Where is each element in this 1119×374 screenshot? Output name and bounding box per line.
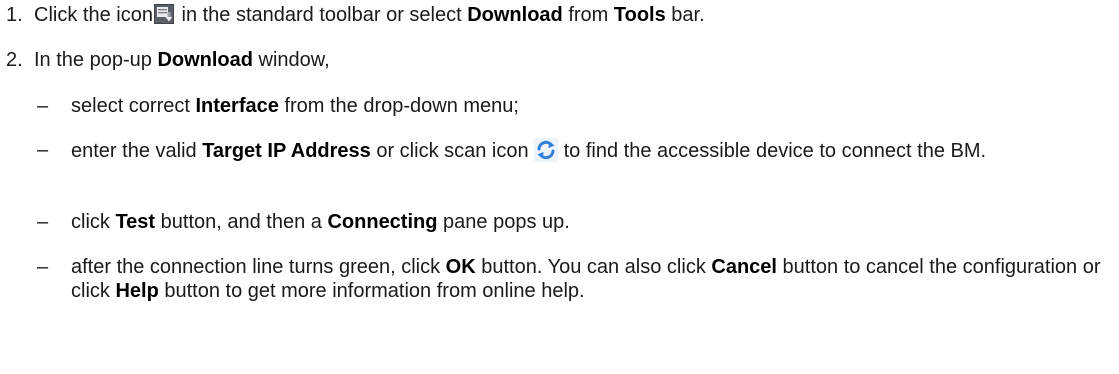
- substep-1: – select correct Interface from the drop…: [37, 94, 1115, 118]
- substep-text: click Test button, and then a Connecting…: [71, 210, 1115, 234]
- dash-bullet: –: [37, 95, 49, 117]
- substep-2: – enter the valid Target IP Address or c…: [37, 138, 1115, 163]
- step-number: 2.: [6, 49, 23, 71]
- step-text: in the standard toolbar or select: [175, 4, 468, 26]
- substep-text: after the connection line turns green, c…: [71, 255, 1115, 303]
- instruction-page: 1. Click the icon in the standard toolbar…: [0, 0, 1119, 374]
- download-tool-icon: [153, 4, 174, 24]
- substep-4: – after the connection line turns green,…: [37, 255, 1115, 303]
- bold-term: Test: [115, 211, 156, 233]
- substep-text-part: button to get more information from onli…: [158, 280, 585, 302]
- step-1: 1. Click the icon in the standard toolbar…: [6, 3, 705, 27]
- bold-term: Target IP Address: [202, 140, 371, 162]
- substep-text-part: button, and then a: [155, 211, 328, 233]
- substep-text-part: after the connection line turns green, c…: [71, 256, 446, 278]
- substep-text-part: click: [71, 211, 116, 233]
- substep-text-part: or click scan icon: [370, 140, 529, 162]
- substep-text: select correct Interface from the drop-d…: [71, 94, 1115, 118]
- substep-text-part: enter the valid: [71, 140, 203, 162]
- substep-text-part: to find the accessible device to connect…: [563, 140, 987, 162]
- bold-term: Interface: [195, 95, 279, 117]
- bold-term: Download: [467, 4, 563, 26]
- substep-text-part: select correct: [71, 95, 196, 117]
- bold-term: Help: [115, 280, 159, 302]
- step-text: Click the icon: [34, 4, 153, 26]
- dash-bullet: –: [37, 256, 49, 278]
- step-2: 2. In the pop-up Download window,: [6, 48, 330, 72]
- step-text: In the pop-up: [34, 49, 158, 71]
- dash-bullet: –: [37, 139, 49, 161]
- bold-term: Cancel: [711, 256, 777, 278]
- step-text: from: [562, 4, 614, 26]
- substep-text-part: from the drop-down menu;: [278, 95, 519, 117]
- substep-text-part: pane pops up.: [437, 211, 570, 233]
- bold-term: Download: [157, 49, 253, 71]
- bold-term: OK: [445, 256, 476, 278]
- refresh-scan-icon: [533, 138, 558, 162]
- substep-text-part: button. You can also click: [475, 256, 712, 278]
- substep-text: enter the valid Target IP Address or cli…: [71, 138, 1115, 163]
- step-number: 1.: [6, 4, 23, 26]
- substep-3: – click Test button, and then a Connecti…: [37, 210, 1115, 234]
- step-text: bar.: [665, 4, 705, 26]
- bold-term: Tools: [613, 4, 666, 26]
- step-text: window,: [252, 49, 330, 71]
- bold-term: Connecting: [327, 211, 438, 233]
- dash-bullet: –: [37, 211, 49, 233]
